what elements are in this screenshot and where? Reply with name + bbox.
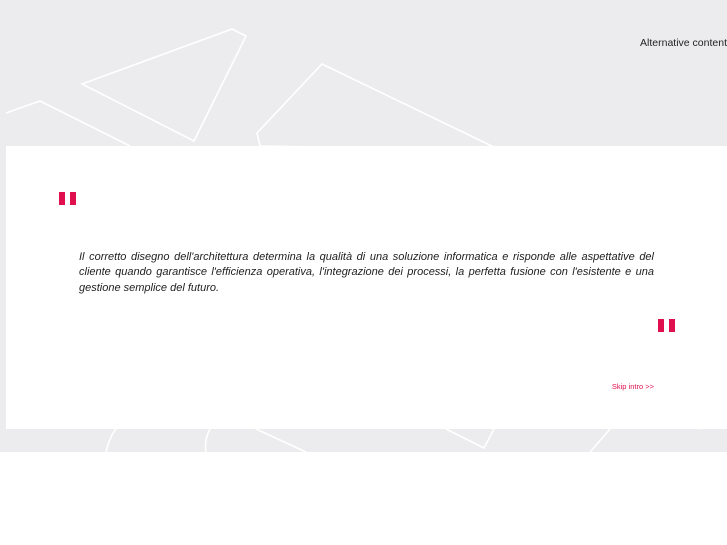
alternative-content-label: Alternative content [640,37,727,49]
skip-intro-link[interactable]: Skip intro >> [612,382,654,391]
flash-intro-page: Alternative content Il corretto disegno … [0,0,727,545]
close-quote-icon [658,319,675,332]
open-quote-icon [59,192,76,205]
intro-quote-card: Il corretto disegno dell'architettura de… [6,146,727,429]
intro-quote-text: Il corretto disegno dell'architettura de… [79,251,654,294]
